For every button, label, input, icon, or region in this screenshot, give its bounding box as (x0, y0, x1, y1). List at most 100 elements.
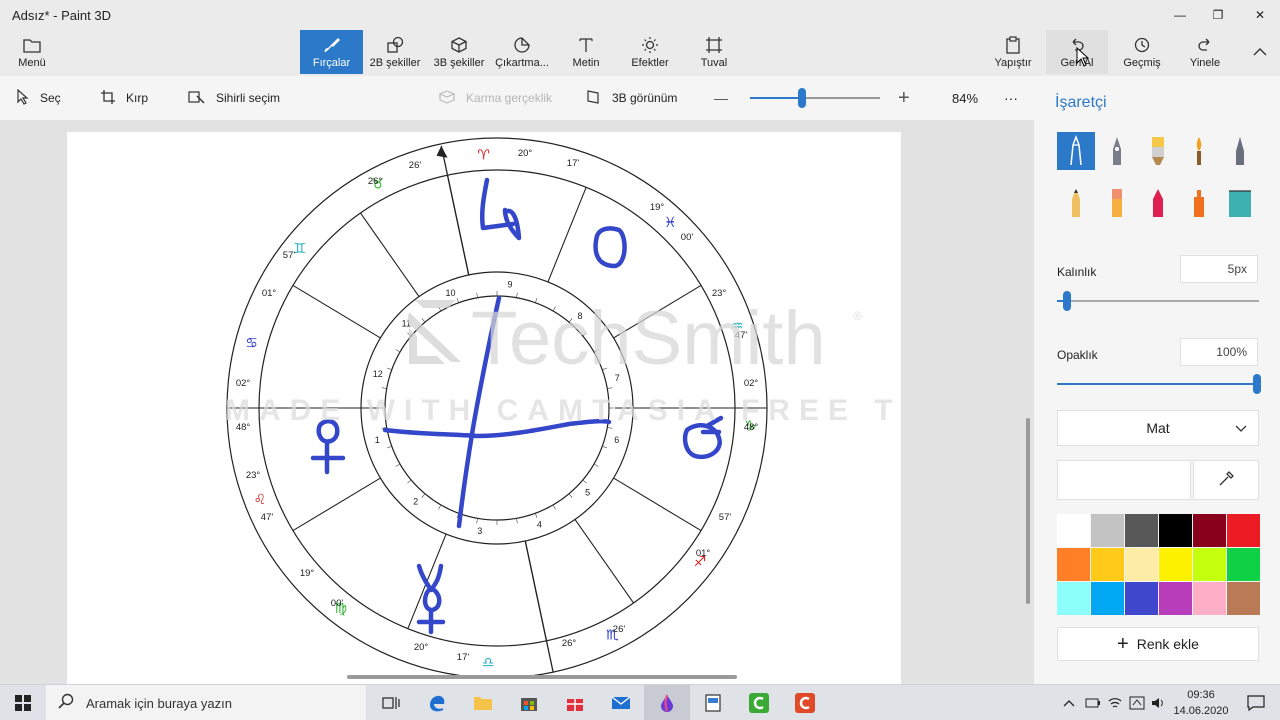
crayon-brush[interactable] (1139, 184, 1177, 222)
select-button[interactable]: Seç (16, 76, 61, 120)
canvas-sheet[interactable]: ♈ ♉ ♊ ♋ ♌ ♍ ♎ ♏ ♐ ♑ ♒ ♓ 20° 17' 26° 26' 19° 00' 57' 01° 23°… (67, 132, 999, 684)
color-swatch[interactable] (1125, 514, 1158, 547)
color-swatch[interactable] (1193, 548, 1226, 581)
tab-2d-shapes[interactable]: 2B şekiller (366, 30, 424, 74)
degree-tick (386, 367, 392, 370)
zoom-slider-thumb[interactable] (798, 88, 806, 108)
pixel-pen-brush[interactable] (1221, 132, 1259, 170)
vertical-scrollbar[interactable] (1026, 418, 1030, 604)
zodiac-glyph: ♈ (477, 147, 490, 163)
color-swatch[interactable] (1227, 548, 1260, 581)
magic-select-button[interactable]: Sihirli seçim (188, 76, 280, 120)
camtasia-recorder-button[interactable] (782, 685, 828, 720)
canvas-area[interactable]: ♈ ♉ ♊ ♋ ♌ ♍ ♎ ♏ ♐ ♑ ♒ ♓ 20° 17' 26° 26' 19° 00' 57' 01° 23°… (0, 120, 1034, 684)
system-clock[interactable]: 09:36 14.06.2020 (1170, 687, 1232, 719)
network-icon[interactable] (1104, 685, 1126, 720)
color-swatch[interactable] (1193, 514, 1226, 547)
zoom-out-button[interactable]: — (714, 76, 728, 120)
opacity-slider-thumb[interactable] (1253, 374, 1261, 394)
color-swatch[interactable] (1057, 514, 1090, 547)
tab-canvas[interactable]: Tuval (690, 30, 738, 74)
color-swatch[interactable] (1159, 582, 1192, 615)
start-button[interactable] (0, 685, 46, 720)
history-button[interactable]: Geçmiş (1116, 30, 1168, 74)
color-swatch[interactable] (1091, 514, 1124, 547)
zoom-level[interactable]: 84% (952, 76, 978, 120)
task-view-button[interactable] (368, 685, 414, 720)
color-swatch[interactable] (1193, 582, 1226, 615)
color-swatch[interactable] (1057, 582, 1090, 615)
view-3d-button[interactable]: 3B görünüm (586, 76, 677, 120)
collapse-ribbon-button[interactable] (1246, 30, 1274, 74)
venus-glyph-stroke (310, 419, 346, 475)
thickness-slider[interactable] (1057, 291, 1259, 311)
house-number: 1 (375, 435, 380, 445)
eraser-brush[interactable] (1098, 184, 1136, 222)
color-swatch[interactable] (1091, 582, 1124, 615)
maximize-button[interactable]: ❐ (1198, 0, 1238, 30)
mixed-reality-button[interactable]: Karma gerçeklik (438, 76, 552, 120)
degree-label: 57' (283, 250, 296, 261)
edge-browser-button[interactable] (414, 685, 460, 720)
opacity-slider[interactable] (1057, 374, 1261, 394)
opacity-input[interactable]: 100% (1180, 338, 1258, 366)
watercolor-brush[interactable] (1180, 132, 1218, 170)
calligraphy-pen-brush[interactable] (1098, 132, 1136, 170)
sticker-icon (513, 35, 531, 55)
color-swatch[interactable] (1227, 582, 1260, 615)
store-button[interactable] (506, 685, 552, 720)
more-options-button[interactable]: ··· (1004, 76, 1018, 120)
tab-text[interactable]: Metin (562, 30, 610, 74)
fill-bucket-brush[interactable] (1221, 184, 1259, 222)
mail-button[interactable] (598, 685, 644, 720)
mercury-glyph-stroke (416, 563, 446, 635)
spray-can-brush[interactable] (1180, 184, 1218, 222)
file-explorer-button[interactable] (460, 685, 506, 720)
clipboard-icon (1004, 35, 1022, 55)
tab-brushes[interactable]: Fırçalar (300, 30, 363, 74)
thickness-slider-thumb[interactable] (1063, 291, 1072, 311)
minimize-button[interactable]: — (1160, 0, 1200, 30)
paint-3d-button[interactable] (644, 685, 690, 720)
color-swatch[interactable] (1159, 514, 1192, 547)
color-swatch[interactable] (1091, 548, 1124, 581)
finish-dropdown[interactable]: Mat (1057, 410, 1259, 446)
volume-icon[interactable] (1148, 685, 1170, 720)
tab-stickers[interactable]: Çıkartma... (492, 30, 552, 74)
color-swatch[interactable] (1227, 514, 1260, 547)
gift-app-button[interactable] (552, 685, 598, 720)
pencil-brush[interactable] (1057, 184, 1095, 222)
taskbar-search-box[interactable]: Aramak için buraya yazın (46, 685, 366, 720)
thickness-input[interactable]: 5px (1180, 255, 1258, 283)
taskbar: Aramak için buraya yazın 09:36 14.06.202… (0, 684, 1280, 720)
input-method-icon[interactable] (1126, 685, 1148, 720)
tab-3d-shapes[interactable]: 3B şekiller (429, 30, 489, 74)
paste-button[interactable]: Yapıştır (990, 30, 1036, 74)
battery-icon[interactable] (1082, 685, 1104, 720)
redo-button[interactable]: Yinele (1180, 30, 1230, 74)
color-swatch[interactable] (1125, 582, 1158, 615)
marker-brush[interactable] (1057, 132, 1095, 170)
zoom-slider[interactable] (750, 88, 880, 108)
color-swatch[interactable] (1057, 548, 1090, 581)
zoom-in-button[interactable]: + (898, 76, 910, 120)
notifications-button[interactable] (1236, 685, 1276, 720)
add-color-button[interactable]: + Renk ekle (1057, 627, 1259, 661)
oil-brush[interactable] (1139, 132, 1177, 170)
tab-effects[interactable]: Efektler (625, 30, 675, 74)
color-swatch[interactable] (1159, 548, 1192, 581)
eyedropper-button[interactable] (1193, 460, 1259, 500)
document-app-button[interactable] (690, 685, 736, 720)
astrology-chart-drawing[interactable]: ♈♉♊♋♌♍♎♏♐♑♒♓ 20°17'26°26'19°00'57'01° 23°… (67, 132, 999, 684)
camtasia-button[interactable] (736, 685, 782, 720)
house-cusp-line (292, 284, 381, 339)
crop-button[interactable]: Kırp (100, 76, 148, 120)
color-swatch[interactable] (1125, 548, 1158, 581)
secondary-toolbar: Seç Kırp Sihirli seçim Karma gerçeklik 3… (0, 76, 1034, 120)
close-button[interactable]: ✕ (1240, 0, 1280, 30)
house-cusp-line (547, 187, 587, 283)
menu-button[interactable]: Menü (6, 30, 58, 74)
show-hidden-icons-button[interactable] (1058, 685, 1080, 720)
horizontal-scrollbar[interactable] (347, 675, 737, 679)
current-color-swatch[interactable] (1057, 460, 1191, 500)
